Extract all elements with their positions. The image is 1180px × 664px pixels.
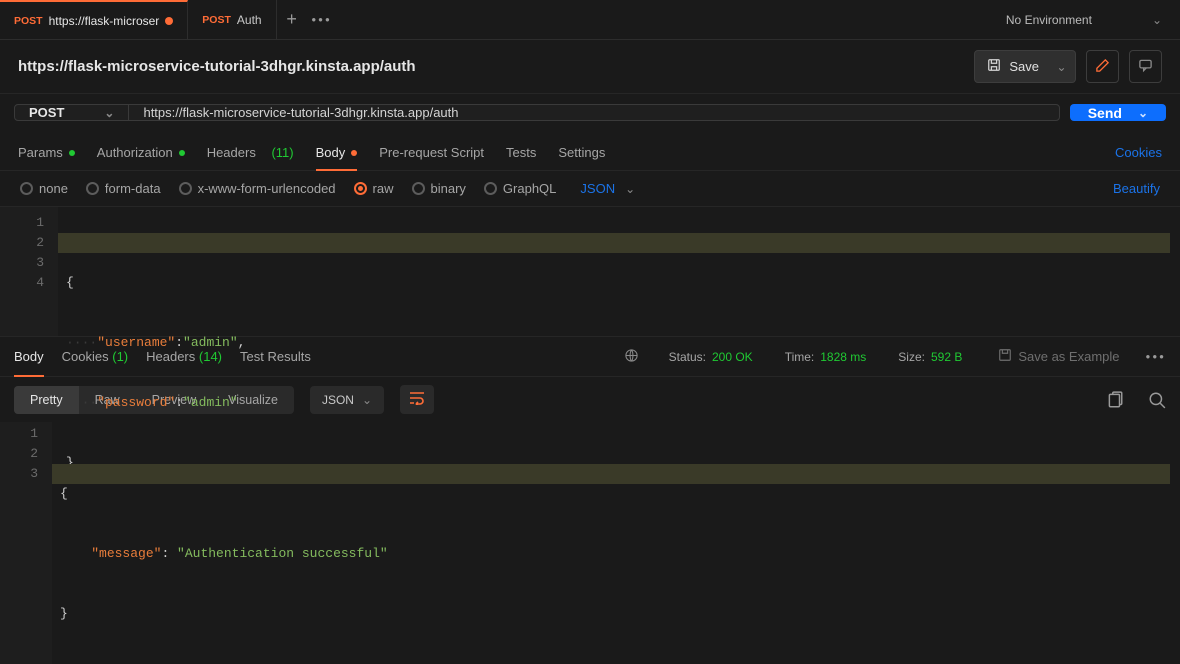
radio-icon — [86, 182, 99, 195]
resp-tab-headers[interactable]: Headers (14) — [146, 337, 222, 376]
radio-icon — [484, 182, 497, 195]
chevron-down-icon: ⌄ — [1056, 60, 1066, 74]
code-area[interactable]: { ····"username":"admin", ····"password"… — [58, 207, 1180, 336]
tab-params[interactable]: Params — [18, 135, 75, 170]
url-box: POST ⌄ — [14, 104, 1060, 121]
request-tab-0[interactable]: POST https://flask-microser — [0, 0, 188, 39]
request-tab-1[interactable]: POST Auth — [188, 0, 276, 39]
radio-none[interactable]: none — [20, 181, 68, 196]
url-row: POST ⌄ Send ⌄ — [0, 94, 1180, 131]
unsaved-dot-icon — [165, 17, 173, 25]
radio-icon — [179, 182, 192, 195]
method-value: POST — [29, 105, 64, 120]
tab-title: https://flask-microser — [49, 14, 160, 28]
resp-tab-cookies[interactable]: Cookies (1) — [62, 337, 128, 376]
http-method-select[interactable]: POST ⌄ — [15, 105, 129, 120]
comment-icon — [1138, 58, 1153, 76]
tab-headers[interactable]: Headers (11) — [207, 135, 294, 170]
comments-button[interactable] — [1129, 50, 1162, 83]
radio-graphql[interactable]: GraphQL — [484, 181, 556, 196]
line-gutter: 1 2 3 4 — [0, 207, 58, 336]
request-title-bar: https://flask-microservice-tutorial-3dhg… — [0, 40, 1180, 94]
save-icon — [987, 58, 1001, 75]
request-section-tabs: Params Authorization Headers (11) Body P… — [0, 131, 1180, 171]
tab-bar: POST https://flask-microser POST Auth + … — [0, 0, 1180, 40]
highlight-row — [52, 464, 1170, 484]
request-body-editor[interactable]: 1 2 3 4 { ····"username":"admin", ····"p… — [0, 207, 1180, 337]
save-dropdown-button[interactable]: ⌄ — [1048, 50, 1076, 83]
orange-dot-icon — [351, 150, 357, 156]
send-label: Send — [1088, 105, 1122, 121]
chevron-down-icon: ⌄ — [625, 182, 635, 196]
tab-authorization[interactable]: Authorization — [97, 135, 185, 170]
tab-tests[interactable]: Tests — [506, 135, 536, 170]
request-title: https://flask-microservice-tutorial-3dhg… — [18, 58, 974, 75]
new-tab-button[interactable]: + — [277, 0, 307, 39]
chevron-down-icon: ⌄ — [1138, 106, 1148, 120]
radio-raw[interactable]: raw — [354, 181, 394, 196]
environment-select[interactable]: No Environment ⌄ — [988, 0, 1180, 39]
resp-tab-body[interactable]: Body — [14, 337, 44, 376]
tab-method-label: POST — [14, 15, 43, 27]
radio-icon — [412, 182, 425, 195]
send-button[interactable]: Send ⌄ — [1070, 104, 1166, 121]
green-dot-icon — [69, 150, 75, 156]
chevron-down-icon: ⌄ — [104, 106, 114, 120]
resp-tab-test-results[interactable]: Test Results — [240, 337, 311, 376]
cookies-link[interactable]: Cookies — [1115, 145, 1162, 160]
response-body-editor[interactable]: 1 2 3 { "message": "Authentication succe… — [0, 422, 1180, 664]
body-type-row: none form-data x-www-form-urlencoded raw… — [0, 171, 1180, 207]
url-input[interactable] — [129, 105, 1058, 120]
radio-icon — [20, 182, 33, 195]
pencil-icon — [1095, 58, 1110, 76]
tab-settings[interactable]: Settings — [558, 135, 605, 170]
highlight-row — [58, 233, 1170, 253]
beautify-link[interactable]: Beautify — [1113, 181, 1160, 196]
tab-options-button[interactable]: ●●● — [307, 0, 337, 39]
radio-binary[interactable]: binary — [412, 181, 466, 196]
radio-xform[interactable]: x-www-form-urlencoded — [179, 181, 336, 196]
tab-body[interactable]: Body — [316, 135, 358, 170]
save-label: Save — [1009, 59, 1039, 74]
tab-method-label: POST — [202, 14, 231, 26]
chevron-down-icon: ⌄ — [1152, 13, 1162, 27]
environment-label: No Environment — [1006, 13, 1092, 27]
green-dot-icon — [179, 150, 185, 156]
radio-form-data[interactable]: form-data — [86, 181, 161, 196]
tab-prerequest[interactable]: Pre-request Script — [379, 135, 484, 170]
code-area[interactable]: { "message": "Authentication successful"… — [52, 422, 1180, 664]
line-gutter: 1 2 3 — [0, 422, 52, 664]
radio-selected-icon — [354, 182, 367, 195]
edit-button[interactable] — [1086, 50, 1119, 83]
tab-title: Auth — [237, 13, 262, 27]
body-language-select[interactable]: JSON⌄ — [580, 181, 635, 196]
save-button[interactable]: Save — [974, 50, 1052, 83]
